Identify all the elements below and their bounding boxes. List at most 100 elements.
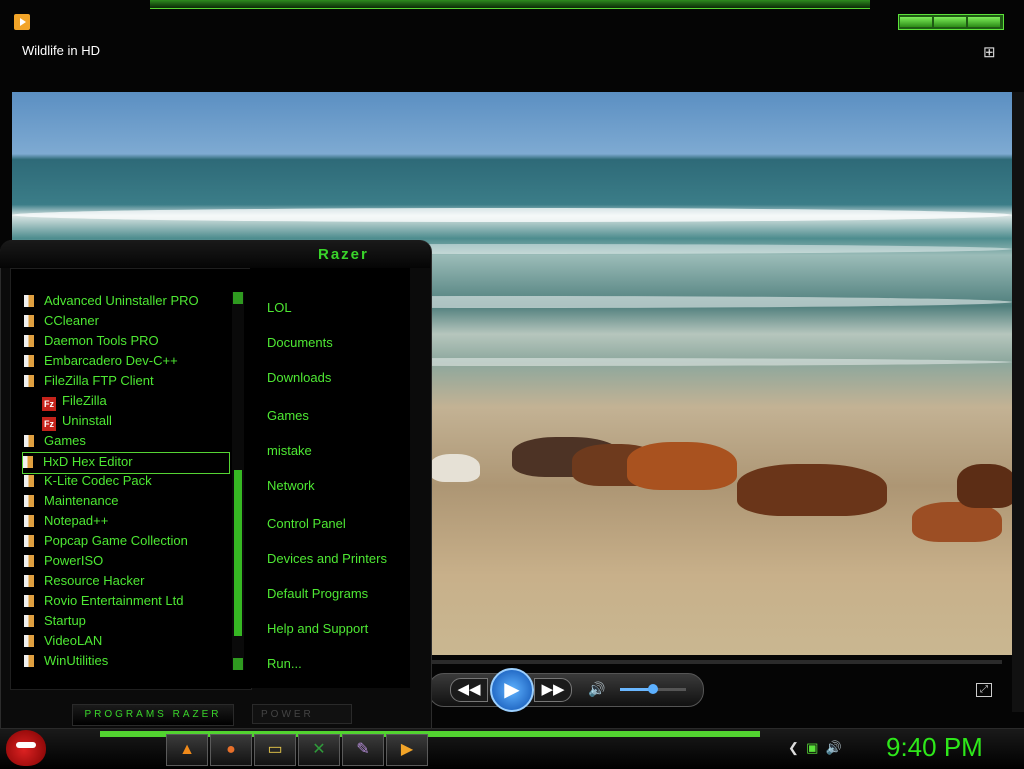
program-folder-item[interactable]: Advanced Uninstaller PRO xyxy=(24,292,199,312)
filezilla-icon: Fz xyxy=(42,417,56,431)
firefox-icon[interactable]: ● xyxy=(210,734,252,766)
program-label: VideoLAN xyxy=(44,633,103,648)
start-link-default-programs[interactable]: Default Programs xyxy=(267,586,368,601)
program-folder-item[interactable]: PowerISO xyxy=(24,552,103,572)
program-label: K-Lite Codec Pack xyxy=(44,473,152,488)
taskbar-clock[interactable]: 9:40 PM xyxy=(886,732,983,763)
start-link-help-and-support[interactable]: Help and Support xyxy=(267,621,368,636)
vlc-icon[interactable]: ▲ xyxy=(166,734,208,766)
folder-icon xyxy=(24,595,34,607)
folder-icon xyxy=(24,375,34,387)
play-icon[interactable]: ▶ xyxy=(490,668,534,712)
program-label: FileZilla xyxy=(62,393,107,408)
program-label: Startup xyxy=(44,613,86,628)
window-edge xyxy=(1012,92,1024,712)
program-label: Uninstall xyxy=(62,413,112,428)
program-folder-item[interactable]: Maintenance xyxy=(24,492,118,512)
media-player-icon[interactable]: ▶ xyxy=(386,734,428,766)
network-icon[interactable]: ▣ xyxy=(806,740,818,755)
folder-icon xyxy=(24,615,34,627)
start-link-games[interactable]: Games xyxy=(267,408,309,423)
folder-icon xyxy=(24,315,34,327)
excel-icon[interactable]: ✕ xyxy=(298,734,340,766)
folder-icon xyxy=(24,355,34,367)
program-app-item[interactable]: Fz FileZilla xyxy=(42,392,107,412)
window-controls[interactable] xyxy=(898,14,1004,30)
filezilla-icon: Fz xyxy=(42,397,56,411)
chevron-left-icon[interactable]: ❮ xyxy=(788,740,799,755)
program-label: Maintenance xyxy=(44,493,119,508)
program-label: Resource Hacker xyxy=(44,573,145,588)
program-label: Popcap Game Collection xyxy=(44,533,188,548)
start-link-run[interactable]: Run... xyxy=(267,656,302,671)
folder-icon xyxy=(24,555,34,567)
scroll-up-button[interactable] xyxy=(233,292,243,304)
program-label: Games xyxy=(44,433,86,448)
folder-icon xyxy=(24,475,34,487)
power-button[interactable]: POWER xyxy=(252,704,352,724)
start-link-network[interactable]: Network xyxy=(267,478,315,493)
program-folder-item[interactable]: FileZilla FTP Client xyxy=(24,372,154,392)
program-label: Notepad++ xyxy=(44,513,109,528)
start-link-mistake[interactable]: mistake xyxy=(267,443,312,458)
fullscreen-icon[interactable]: ⤢ xyxy=(976,683,992,697)
program-label: PowerISO xyxy=(44,553,104,568)
program-folder-item[interactable]: Games xyxy=(24,432,86,452)
program-label: Rovio Entertainment Ltd xyxy=(44,593,184,608)
program-folder-item[interactable]: Daemon Tools PRO xyxy=(24,332,159,352)
program-label: Daemon Tools PRO xyxy=(44,333,159,348)
seek-bar[interactable] xyxy=(430,660,1002,664)
program-folder-item[interactable]: VideoLAN xyxy=(24,632,102,652)
start-link-lol[interactable]: LOL xyxy=(267,300,292,315)
program-folder-item[interactable]: K-Lite Codec Pack xyxy=(24,472,152,492)
program-folder-item[interactable]: Embarcadero Dev-C++ xyxy=(24,352,178,372)
folder-icon xyxy=(24,655,34,667)
folder-icon xyxy=(24,295,34,307)
paint-icon[interactable]: ✎ xyxy=(342,734,384,766)
program-folder-item[interactable]: Notepad++ xyxy=(24,512,108,532)
volume-slider-thumb[interactable] xyxy=(648,684,658,694)
fast-forward-icon[interactable]: ▶▶ xyxy=(534,678,572,702)
folder-icon xyxy=(24,575,34,587)
scrollbar-thumb[interactable] xyxy=(234,470,242,636)
program-folder-item[interactable]: CCleaner xyxy=(24,312,99,332)
media-player-icon[interactable] xyxy=(14,14,30,30)
program-label: WinUtilities xyxy=(44,653,109,668)
program-folder-item[interactable]: Resource Hacker xyxy=(24,572,144,592)
folder-icon[interactable]: ▭ xyxy=(254,734,296,766)
rewind-icon[interactable]: ◀◀ xyxy=(450,678,488,702)
folder-icon xyxy=(24,515,34,527)
program-folder-item[interactable]: Popcap Game Collection xyxy=(24,532,188,552)
switch-to-library-icon[interactable]: ⊞ xyxy=(983,43,1003,61)
start-button[interactable] xyxy=(6,730,46,766)
close-button[interactable] xyxy=(968,17,1000,27)
programs-button[interactable]: PROGRAMS RAZER xyxy=(72,704,234,726)
program-folder-item[interactable]: Startup xyxy=(24,612,86,632)
folder-icon xyxy=(24,495,34,507)
program-folder-item[interactable]: Rovio Entertainment Ltd xyxy=(24,592,183,612)
razer-logo: Razer xyxy=(318,246,369,263)
start-link-devices-and-printers[interactable]: Devices and Printers xyxy=(267,551,387,566)
speaker-icon[interactable]: 🔊 xyxy=(588,681,605,698)
folder-icon xyxy=(24,535,34,547)
folder-icon xyxy=(24,435,34,447)
program-folder-item[interactable]: WinUtilities xyxy=(24,652,108,672)
program-label: Embarcadero Dev-C++ xyxy=(44,353,178,368)
program-label: FileZilla FTP Client xyxy=(44,373,154,388)
start-link-downloads[interactable]: Downloads xyxy=(267,370,331,385)
volume-fill xyxy=(620,688,650,691)
program-app-item[interactable]: Fz Uninstall xyxy=(42,412,112,432)
volume-icon[interactable]: 🔊 xyxy=(826,740,842,755)
program-folder-item[interactable]: HxD Hex Editor xyxy=(22,452,230,474)
folder-icon xyxy=(24,635,34,647)
scroll-down-button[interactable] xyxy=(233,658,243,670)
start-link-documents[interactable]: Documents xyxy=(267,335,333,350)
folder-icon xyxy=(24,335,34,347)
start-link-control-panel[interactable]: Control Panel xyxy=(267,516,346,531)
maximize-button[interactable] xyxy=(934,17,966,27)
program-label: HxD Hex Editor xyxy=(43,454,133,469)
folder-icon xyxy=(23,456,33,468)
minimize-button[interactable] xyxy=(900,17,932,27)
system-tray[interactable]: ❮ ▣ 🔊 xyxy=(788,740,842,756)
window-title: Wildlife in HD xyxy=(22,43,101,58)
